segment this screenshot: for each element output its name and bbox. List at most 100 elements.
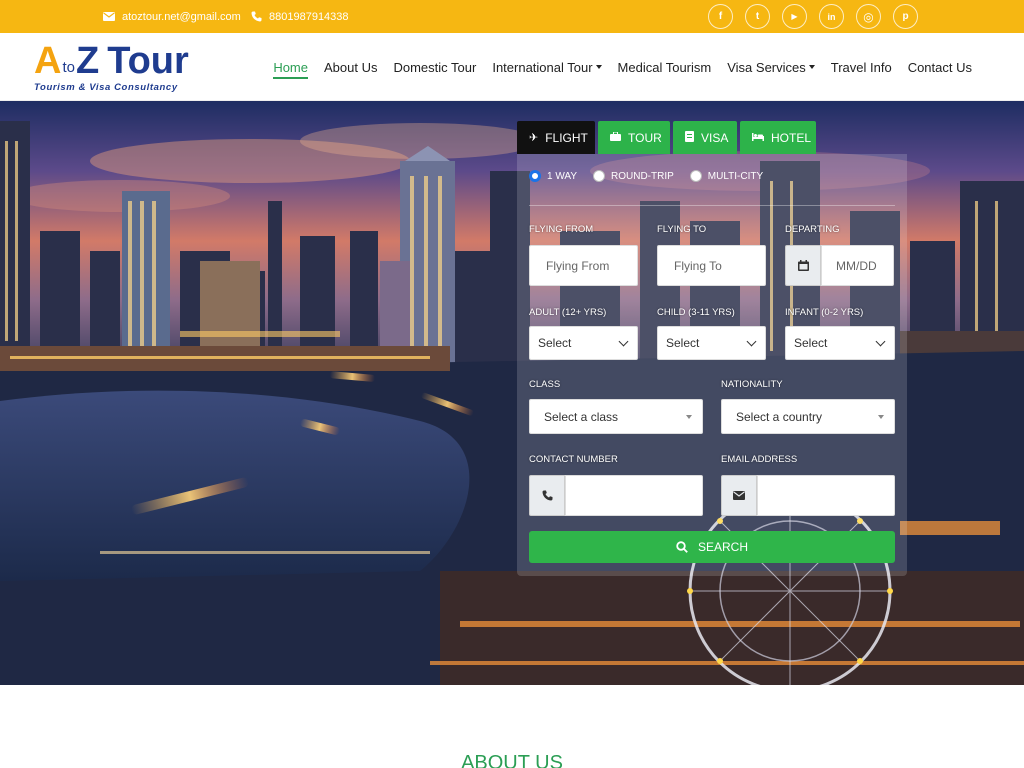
logo-tagline: Tourism & Visa Consultancy [34,82,178,93]
adult-label: ADULT (12+ YRS) [529,307,607,318]
trip-type-one-way[interactable]: 1 WAY [529,170,577,182]
logo-wordmark: A to Z Tour [34,40,189,80]
pinterest-icon[interactable]: p [893,4,918,29]
instagram-icon[interactable]: ◎ [856,4,881,29]
departing-date-input[interactable]: MM/DD [821,245,894,286]
nav-about-us-label: About Us [324,59,378,75]
main-nav: Home About Us Domestic Tour Internationa… [257,33,972,101]
nav-domestic-tour-label: Domestic Tour [393,59,477,75]
search-icon [676,541,688,553]
caret-down-icon [808,65,815,69]
tab-hotel[interactable]: HOTEL [740,121,816,154]
email-address-input[interactable] [757,475,895,516]
phone-contact[interactable]: 8801987914338 [249,0,349,33]
adult-select-value: Select [538,336,572,350]
trip-type-round-trip[interactable]: ROUND-TRIP [593,170,674,182]
tab-tour-label: TOUR [628,130,662,145]
logo-to: to [62,59,75,76]
flying-from-input[interactable]: Flying From [529,245,638,286]
contact-number-input[interactable] [565,475,703,516]
social-links: f t ▶ in ◎ p [696,4,918,29]
search-button[interactable]: SEARCH [529,531,895,563]
chevron-down-icon [746,336,757,346]
nav-home-label: Home [273,59,308,75]
tab-flight-label: FLIGHT [545,130,588,145]
phone-icon [529,475,565,516]
caret-down-icon [595,65,602,69]
envelope-icon [721,475,757,516]
child-select-value: Select [666,336,700,350]
child-label: CHILD (3-11 YRS) [657,307,735,318]
radio-unchecked[interactable] [593,170,606,182]
tab-tour[interactable]: TOUR [598,121,670,154]
class-select[interactable]: Select a class [529,399,703,434]
infant-select-value: Select [794,336,828,350]
flying-to-input[interactable]: Flying To [657,245,766,286]
site-logo[interactable]: A to Z Tour Tourism & Visa Consultancy [34,40,194,96]
email-text: atoztour.net@gmail.com [122,10,241,23]
radio-unchecked[interactable] [689,170,702,182]
nationality-select-value: Select a country [736,409,823,424]
nav-about-us[interactable]: About Us [324,60,377,75]
airplane-icon: ✈ [529,132,539,144]
top-bar: atoztour.net@gmail.com 8801987914338 f t… [0,0,1024,33]
nationality-select[interactable]: Select a country [721,399,895,434]
briefcase-icon [610,131,621,144]
caret-down-icon [686,414,692,419]
linkedin-icon[interactable]: in [819,4,844,29]
envelope-icon [102,10,116,24]
nav-travel-info-label: Travel Info [830,59,892,75]
email-contact[interactable]: atoztour.net@gmail.com [102,0,241,33]
class-label: CLASS [529,379,561,390]
nav-home[interactable]: Home [273,60,308,79]
nav-visa-services-label: Visa Services [727,59,806,75]
site-header: A to Z Tour Tourism & Visa Consultancy H… [0,33,1024,101]
flying-to-label: FLYING TO [657,224,707,235]
flying-from-label: FLYING FROM [529,224,594,235]
nav-international-tour[interactable]: International Tour [492,59,602,75]
booking-tabs: ✈ FLIGHT TOUR VISA HOTEL [517,121,819,154]
twitter-icon[interactable]: t [745,4,770,29]
contact-number-label: CONTACT NUMBER [529,454,618,465]
search-button-label: SEARCH [697,540,748,554]
infant-select[interactable]: Select [785,326,895,360]
logo-letter-a: A [34,40,62,82]
trip-type-multi-city-label: MULTI-CITY [707,170,764,182]
infant-label: INFANT (0-2 YRS) [785,307,864,318]
nav-international-tour-label: International Tour [492,59,593,75]
departing-label: DEPARTING [785,224,840,235]
chevron-down-icon [875,336,886,346]
child-select[interactable]: Select [657,326,766,360]
nav-travel-info[interactable]: Travel Info [831,60,892,75]
trip-type-group: 1 WAY ROUND-TRIP MULTI-CITY [529,170,779,182]
caret-down-icon [878,414,884,419]
chevron-down-icon [618,336,629,346]
trip-type-multi-city[interactable]: MULTI-CITY [689,170,764,182]
logo-letter-z: Z [75,40,100,82]
nav-contact-us[interactable]: Contact Us [908,60,972,75]
divider [529,205,895,206]
email-address-label: EMAIL ADDRESS [721,454,798,465]
nav-medical-tourism[interactable]: Medical Tourism [618,60,712,75]
youtube-icon[interactable]: ▶ [782,4,807,29]
tab-visa[interactable]: VISA [673,121,737,154]
calendar-icon[interactable] [785,245,821,286]
nav-visa-services[interactable]: Visa Services [727,60,815,75]
about-us-heading: ABOUT US [461,752,563,768]
trip-type-round-trip-label: ROUND-TRIP [611,170,674,182]
bed-icon [752,132,764,144]
facebook-icon[interactable]: f [708,4,733,29]
phone-text: 8801987914338 [269,10,349,23]
nav-medical-tourism-label: Medical Tourism [617,59,712,75]
passport-icon [685,130,694,145]
class-select-value: Select a class [544,409,619,424]
adult-select[interactable]: Select [529,326,638,360]
nav-domestic-tour[interactable]: Domestic Tour [393,60,476,75]
tab-visa-label: VISA [701,130,729,145]
nationality-label: NATIONALITY [721,379,783,390]
radio-checked[interactable] [529,170,541,182]
nav-contact-us-label: Contact Us [907,59,972,75]
logo-tour: Tour [107,40,189,82]
tab-flight[interactable]: ✈ FLIGHT [517,121,595,154]
tab-hotel-label: HOTEL [771,130,812,145]
